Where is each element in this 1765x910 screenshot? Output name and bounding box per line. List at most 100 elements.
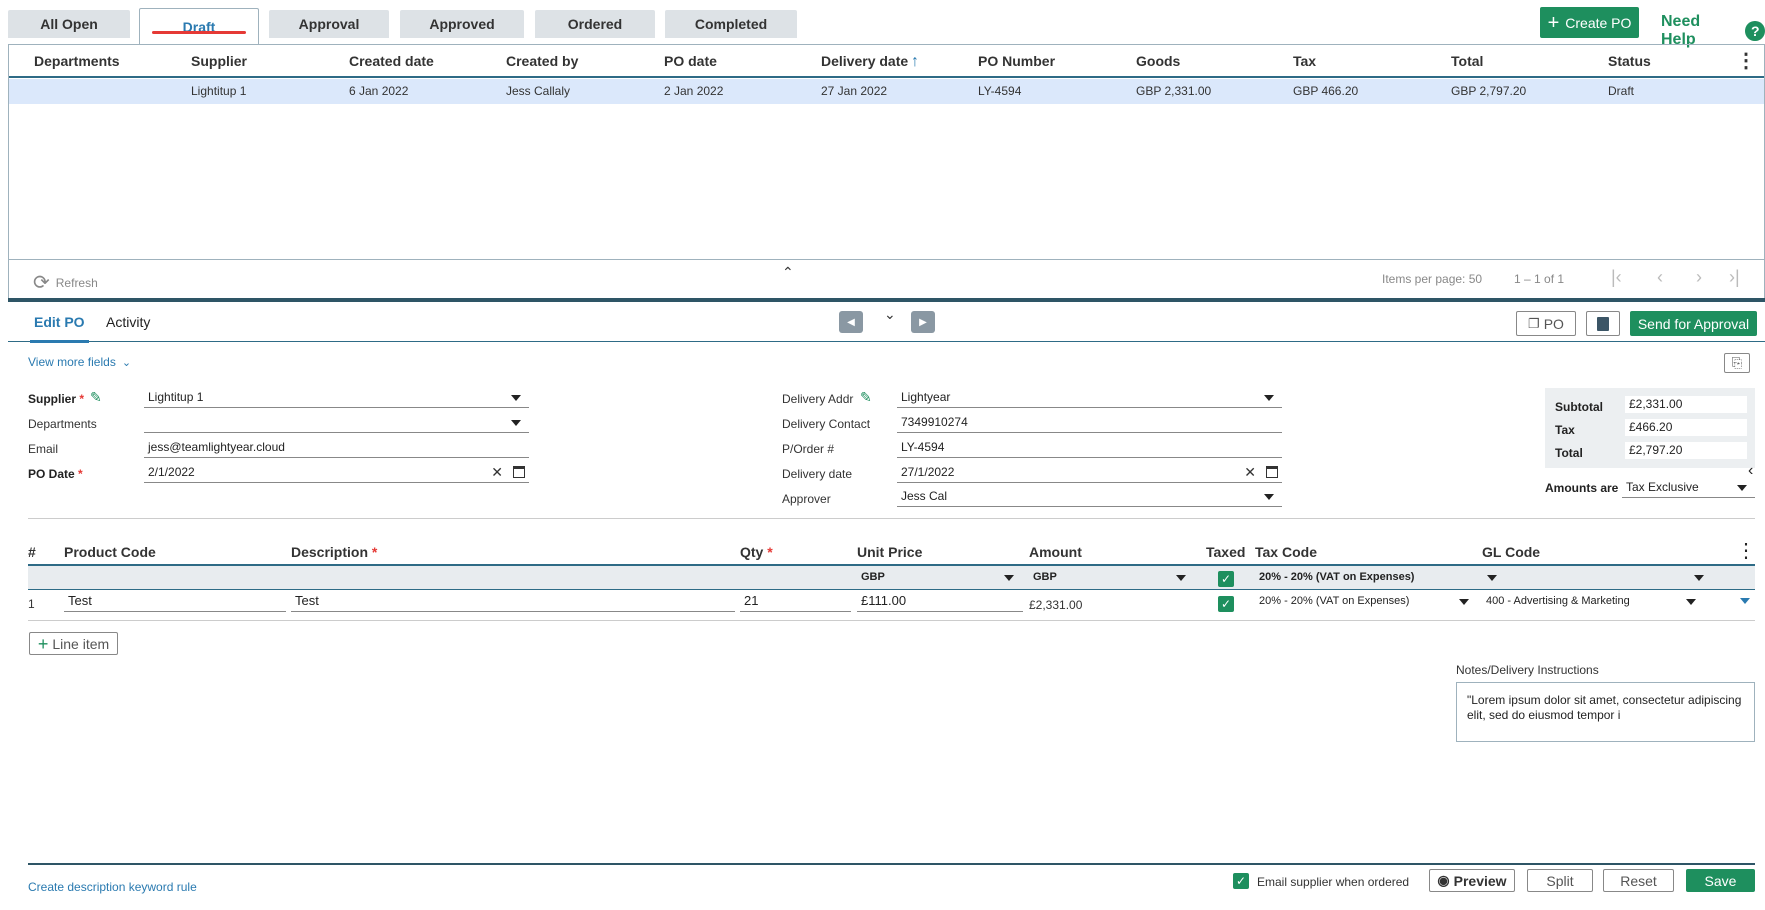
porder-field[interactable]: LY-4594: [897, 438, 1282, 458]
table-row[interactable]: Lightitup 1 6 Jan 2022 Jess Callaly 2 Ja…: [9, 79, 1764, 104]
description-input[interactable]: Test: [291, 592, 735, 612]
items-per-page[interactable]: Items per page: 50: [1382, 272, 1482, 286]
create-po-button[interactable]: + Create PO: [1540, 7, 1639, 38]
send-for-approval-button[interactable]: Send for Approval: [1630, 311, 1757, 336]
delivery-addr-select[interactable]: Lightyear: [897, 388, 1282, 408]
reset-button[interactable]: Reset: [1603, 869, 1674, 892]
col-total[interactable]: Total: [1451, 45, 1483, 78]
col-delivery-date[interactable]: Delivery date: [821, 45, 908, 78]
notes-textarea[interactable]: "Lorem ipsum dolor sit amet, consectetur…: [1456, 682, 1755, 742]
default-taxed-checkbox[interactable]: ✓: [1218, 571, 1234, 587]
cell-total: GBP 2,797.20: [1451, 84, 1527, 98]
pencil-icon[interactable]: ✎: [90, 389, 102, 406]
taxed-checkbox[interactable]: ✓: [1218, 596, 1234, 612]
preview-button[interactable]: ◉ Preview: [1429, 869, 1515, 892]
col-departments[interactable]: Departments: [34, 45, 120, 78]
email-field[interactable]: jess@teamlightyear.cloud: [144, 438, 529, 458]
col-po-date[interactable]: PO date: [664, 45, 717, 78]
gl-code-value: 400 - Advertising & Marketing: [1486, 595, 1630, 607]
line-menu-icon[interactable]: ⋮: [1736, 538, 1756, 563]
collapse-up-icon[interactable]: ⌃: [782, 264, 794, 281]
calendar-icon[interactable]: [513, 466, 525, 478]
amounts-are-select[interactable]: Tax Exclusive: [1622, 478, 1755, 498]
approver-select[interactable]: Jess Cal: [897, 487, 1282, 507]
tab-label: Approved: [429, 16, 495, 32]
expand-down-icon[interactable]: ⌄: [884, 306, 896, 323]
qty-value: 21: [744, 593, 759, 608]
tab-approved[interactable]: Approved: [400, 10, 524, 38]
unit-price-currency-select[interactable]: GBP: [857, 568, 1022, 588]
refresh-button[interactable]: ⟳ Refresh: [33, 270, 98, 295]
col-unit-price: Unit Price: [857, 544, 923, 560]
amount-currency-select[interactable]: GBP: [1029, 568, 1194, 588]
save-button[interactable]: Save: [1686, 869, 1755, 892]
expand-row-icon[interactable]: [1740, 598, 1750, 604]
tab-activity[interactable]: Activity: [106, 314, 150, 330]
col-created-date[interactable]: Created date: [349, 45, 434, 78]
tab-edit-po[interactable]: Edit PO: [30, 314, 89, 343]
pencil-icon[interactable]: ✎: [860, 389, 872, 406]
col-created-by[interactable]: Created by: [506, 45, 578, 78]
split-button[interactable]: Split: [1527, 869, 1593, 892]
delivery-date-value: 27/1/2022: [901, 465, 955, 479]
email-supplier-checkbox[interactable]: ✓: [1233, 873, 1249, 889]
col-tax[interactable]: Tax: [1293, 45, 1316, 78]
triangle-right-icon: ▶: [919, 316, 927, 328]
tab-completed[interactable]: Completed: [665, 10, 797, 38]
tax-label: Tax: [1555, 423, 1575, 437]
supplier-select[interactable]: Lightitup 1: [144, 388, 529, 408]
last-page-icon[interactable]: ›|: [1729, 267, 1740, 288]
first-page-icon[interactable]: |‹: [1611, 267, 1622, 288]
product-code-input[interactable]: Test: [64, 592, 286, 612]
delete-button[interactable]: [1586, 311, 1620, 336]
edit-panel-tabs: Edit PO Activity ◀ ⌄ ▶ ❐ PO Send for App…: [8, 302, 1765, 343]
prev-page-icon[interactable]: ‹: [1657, 267, 1663, 288]
qty-input[interactable]: 21: [740, 592, 851, 612]
previous-record-button[interactable]: ◀: [839, 311, 863, 333]
attachment-button[interactable]: ⎘: [1724, 353, 1750, 373]
page-range: 1 – 1 of 1: [1514, 272, 1565, 286]
column-menu-icon[interactable]: ⋮: [1736, 45, 1756, 78]
delivery-contact-field[interactable]: 7349910274: [897, 413, 1282, 433]
email-label: Email: [28, 442, 59, 456]
tab-label: Approval: [298, 16, 360, 32]
col-goods[interactable]: Goods: [1136, 45, 1180, 78]
col-supplier[interactable]: Supplier: [191, 45, 247, 78]
tab-label: Completed: [694, 16, 768, 32]
caret-down-icon: [1264, 395, 1274, 401]
delivery-date-field[interactable]: 27/1/2022 ✕: [897, 463, 1282, 483]
cell-status: Draft: [1608, 84, 1635, 98]
default-tax-code-select[interactable]: 20% - 20% (VAT on Expenses): [1255, 568, 1505, 588]
create-keyword-rule-link[interactable]: Create description keyword rule: [28, 880, 197, 894]
default-gl-code-select[interactable]: [1482, 568, 1712, 588]
cell-tax: GBP 466.20: [1293, 84, 1359, 98]
tab-ordered[interactable]: Ordered: [535, 10, 655, 38]
tab-all-open[interactable]: All Open: [8, 10, 130, 38]
next-record-button[interactable]: ▶: [911, 311, 935, 333]
porder-label: P/Order #: [782, 442, 835, 456]
supplier-value: Lightitup 1: [148, 390, 204, 404]
clear-icon[interactable]: ✕: [491, 463, 503, 481]
tab-label: All Open: [40, 16, 98, 32]
tab-approval[interactable]: Approval: [269, 10, 389, 38]
total-value: £2,797.20: [1625, 442, 1747, 459]
tab-draft[interactable]: Draft: [139, 8, 259, 44]
copy-po-button[interactable]: ❐ PO: [1516, 311, 1576, 336]
gl-code-select[interactable]: 400 - Advertising & Marketing: [1482, 592, 1704, 612]
next-page-icon[interactable]: ›: [1696, 267, 1702, 288]
departments-select[interactable]: [144, 413, 529, 433]
calendar-icon[interactable]: [1266, 466, 1278, 478]
sort-ascending-icon[interactable]: ↑: [911, 45, 919, 78]
description-value: Test: [295, 593, 319, 608]
checkmark-icon: ✓: [1235, 874, 1247, 888]
po-date-field[interactable]: 2/1/2022 ✕: [144, 463, 529, 483]
view-more-fields-link[interactable]: View more fields ⌄: [28, 355, 131, 369]
col-qty: Qty *: [740, 544, 773, 560]
unit-price-input[interactable]: £111.00: [857, 592, 1023, 612]
clear-icon[interactable]: ✕: [1244, 463, 1256, 481]
col-status[interactable]: Status: [1608, 45, 1651, 78]
caret-down-icon: [511, 420, 521, 426]
col-po-number[interactable]: PO Number: [978, 45, 1055, 78]
tax-code-select[interactable]: 20% - 20% (VAT on Expenses): [1255, 592, 1477, 612]
add-line-item-button[interactable]: + Line item: [29, 632, 118, 655]
